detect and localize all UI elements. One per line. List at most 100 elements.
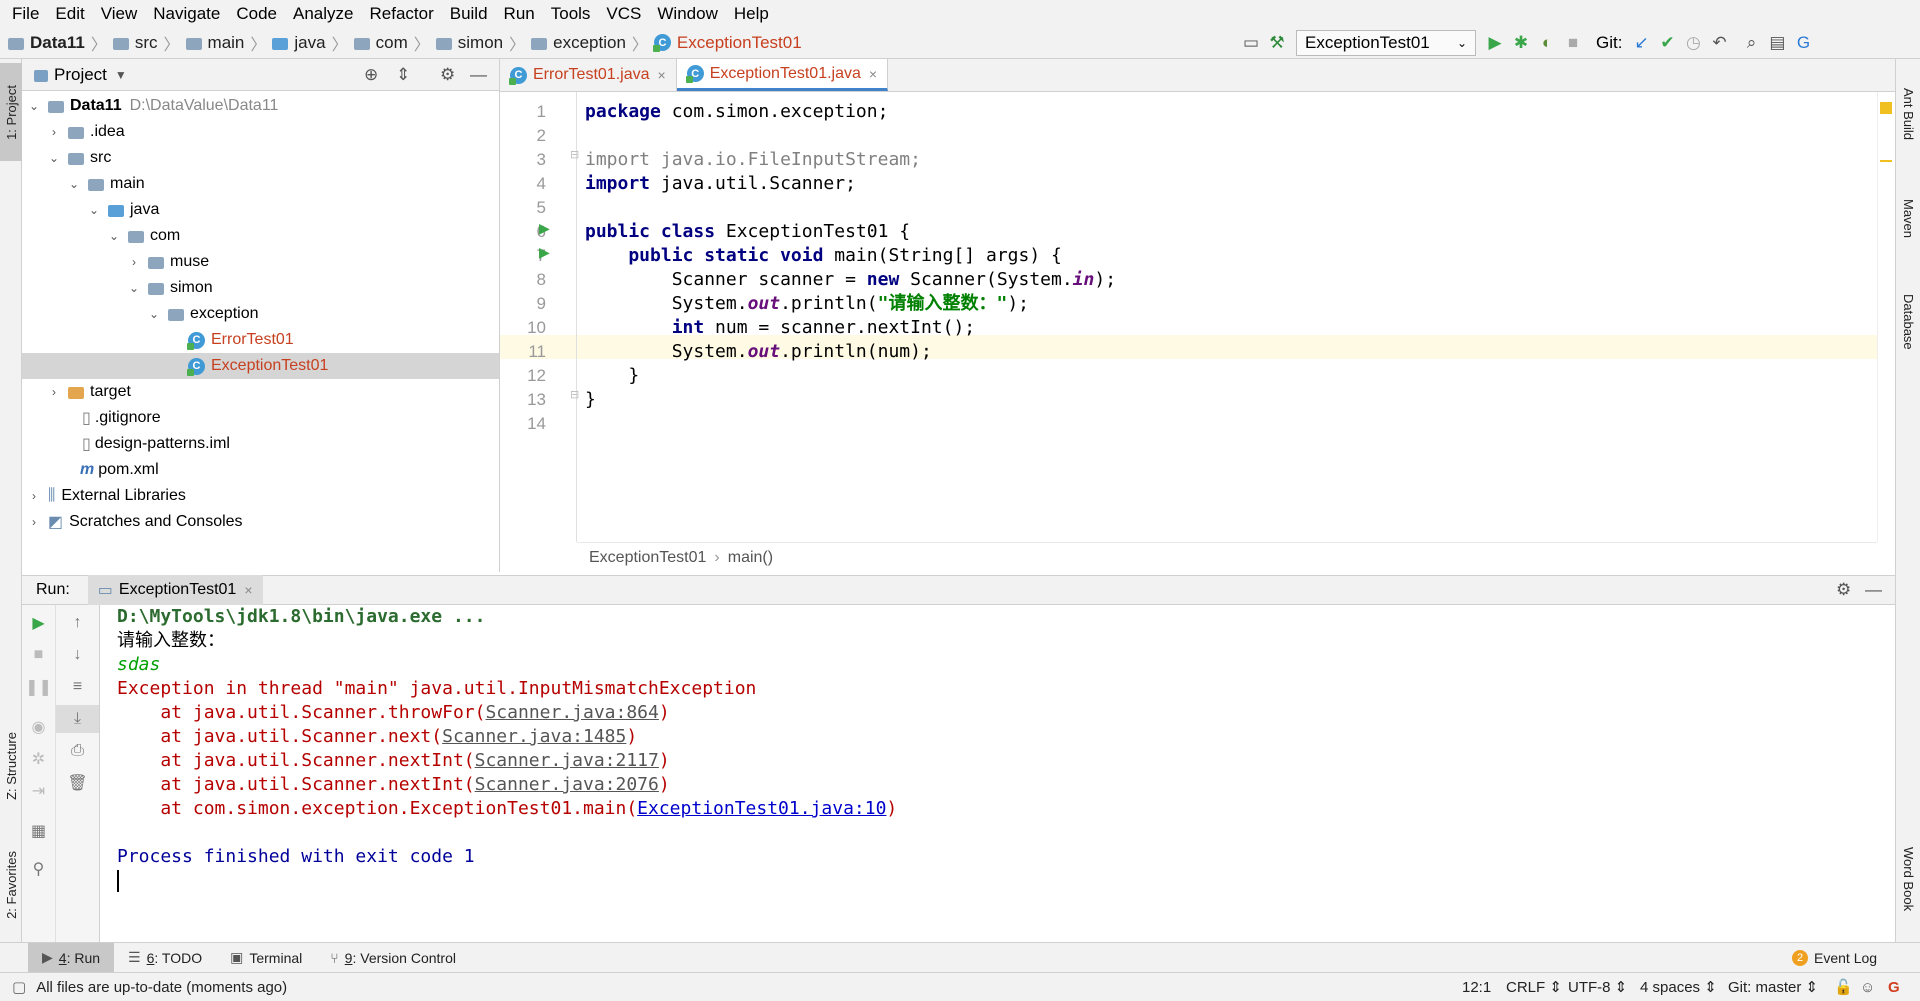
tool-tab-terminal[interactable]: ▣ Terminal — [216, 943, 316, 973]
menu-run[interactable]: Run — [496, 0, 543, 27]
close-icon[interactable]: × — [869, 66, 877, 82]
tool-tab-todo[interactable]: ☰ 6: TODO — [114, 943, 216, 973]
menu-edit[interactable]: Edit — [47, 0, 92, 27]
tree-item-target[interactable]: › target — [22, 379, 499, 405]
menu-refactor[interactable]: Refactor — [361, 0, 441, 27]
breadcrumb-exception[interactable]: exception — [553, 33, 626, 53]
run-gutter-icon[interactable]: ▶ — [539, 244, 550, 261]
code-editor[interactable]: package com.simon.exception; import java… — [577, 92, 1877, 542]
chevron-right-icon[interactable]: › — [26, 515, 42, 529]
run-gutter-icon[interactable]: ▶ — [539, 220, 550, 237]
tree-item-gitignore[interactable]: ▯ .gitignore — [22, 405, 499, 431]
tool-tab-word-book[interactable]: Word Book — [1896, 829, 1920, 929]
hide-icon[interactable]: — — [470, 65, 487, 85]
breadcrumb-java[interactable]: java — [294, 33, 325, 53]
git-rollback-icon[interactable]: ↶ — [1706, 30, 1732, 56]
search-everywhere-icon[interactable]: ⌕ — [1738, 30, 1764, 56]
breadcrumb-simon[interactable]: simon — [458, 33, 503, 53]
pin-icon[interactable]: ⚲ — [22, 855, 55, 883]
pause-icon[interactable]: ❚❚ — [22, 673, 55, 701]
chevron-down-icon[interactable]: ⌄ — [46, 151, 62, 165]
menu-window[interactable]: Window — [649, 0, 725, 27]
breadcrumb-main[interactable]: main — [208, 33, 245, 53]
build-hammer-icon[interactable]: ⚒ — [1264, 30, 1290, 56]
trash-icon[interactable]: 🗑 — [56, 769, 99, 797]
chevron-down-icon[interactable]: ⌄ — [86, 203, 102, 217]
rerun-icon[interactable]: ▶ — [22, 609, 55, 637]
soft-wrap-icon[interactable]: ≡ — [56, 673, 99, 701]
chevron-down-icon[interactable]: ▼ — [115, 68, 127, 82]
close-icon[interactable]: × — [658, 67, 666, 83]
tool-tab-run[interactable]: ▶ 4: Run — [28, 942, 115, 973]
git-history-icon[interactable]: ◷ — [1680, 30, 1706, 56]
breadcrumb-src[interactable]: src — [135, 33, 158, 53]
inspector-icon[interactable]: ☺ — [1860, 979, 1875, 996]
stack-trace-link[interactable]: ExceptionTest01.java:10 — [637, 798, 886, 819]
status-toggle-icon[interactable]: ▢ — [12, 978, 26, 996]
close-icon[interactable]: × — [244, 582, 252, 598]
tree-item-external-libraries[interactable]: › ⫼ External Libraries — [22, 483, 499, 509]
menu-analyze[interactable]: Analyze — [285, 0, 361, 27]
indent-setting[interactable]: 4 spaces ⇕ — [1640, 978, 1717, 996]
console-output[interactable]: D:\MyTools\jdk1.8\bin\java.exe ... 请输入整数… — [100, 605, 1895, 942]
chevron-down-icon[interactable]: ⌄ — [66, 177, 82, 191]
warning-stripe[interactable] — [1880, 160, 1892, 162]
tree-item-src[interactable]: ⌄ src — [22, 145, 499, 171]
tree-item-errortest01[interactable]: C ErrorTest01 — [22, 327, 499, 353]
chevron-right-icon[interactable]: › — [46, 125, 62, 139]
chevron-right-icon[interactable]: › — [126, 255, 142, 269]
menu-build[interactable]: Build — [442, 0, 496, 27]
stack-trace-link[interactable]: Scanner.java:1485 — [442, 726, 626, 747]
lock-icon[interactable]: 🔓 — [1834, 978, 1853, 996]
tool-tab-maven[interactable]: Maven — [1896, 179, 1920, 259]
coverage-icon[interactable]: ◐ — [1534, 30, 1560, 56]
tree-item-pom-xml[interactable]: m pom.xml — [22, 457, 499, 483]
hide-icon[interactable]: — — [1865, 580, 1882, 600]
stop-icon[interactable]: ■ — [1560, 30, 1586, 56]
tool-tab-favorites[interactable]: 2: Favorites — [0, 834, 22, 936]
file-encoding[interactable]: UTF-8 ⇕ — [1568, 978, 1627, 996]
run-configuration-select[interactable]: ExceptionTest01 ⌄ — [1296, 30, 1476, 56]
scroll-to-end-icon[interactable]: ⤓ — [56, 705, 99, 733]
git-branch[interactable]: Git: master ⇕ — [1728, 978, 1818, 996]
stop-icon[interactable]: ■ — [22, 641, 55, 669]
tool-tab-project[interactable]: 1: Project — [0, 63, 22, 161]
chevron-down-icon[interactable]: ⌄ — [26, 99, 42, 113]
project-view-select[interactable]: Project — [54, 65, 107, 85]
gear-icon[interactable]: ⚙ — [1836, 580, 1851, 600]
editor-scrollbar[interactable] — [1877, 92, 1895, 542]
chevron-down-icon[interactable]: ⌄ — [106, 229, 122, 243]
project-window-icon[interactable]: ▤ — [1764, 30, 1790, 56]
gear-icon[interactable]: ⚙ — [440, 65, 455, 85]
tree-item-muse[interactable]: › muse — [22, 249, 499, 275]
tree-item-scratches[interactable]: › ◩ Scratches and Consoles — [22, 509, 499, 535]
tab-exceptiontest01[interactable]: C ExceptionTest01.java × — [676, 59, 889, 91]
stack-trace-link[interactable]: Scanner.java:864 — [485, 702, 658, 723]
breadcrumb-exceptiontest01[interactable]: ExceptionTest01 — [677, 33, 802, 53]
menu-file[interactable]: File — [4, 0, 47, 27]
stack-trace-link[interactable]: Scanner.java:2117 — [475, 750, 659, 771]
run-icon[interactable]: ▶ — [1482, 30, 1508, 56]
editor-breadcrumb-class[interactable]: ExceptionTest01 — [589, 549, 706, 567]
tree-item-idea[interactable]: › .idea — [22, 119, 499, 145]
menu-view[interactable]: View — [93, 0, 146, 27]
breadcrumb-data11[interactable]: Data11 — [30, 33, 85, 53]
tool-tab-ant-build[interactable]: Ant Build — [1896, 69, 1920, 159]
collapse-all-icon[interactable]: ⇕ — [396, 65, 410, 85]
tree-item-java[interactable]: ⌄ java — [22, 197, 499, 223]
tree-item-exception[interactable]: ⌄ exception — [22, 301, 499, 327]
menu-navigate[interactable]: Navigate — [145, 0, 228, 27]
status-message[interactable]: All files are up-to-date (moments ago) — [36, 979, 287, 996]
tree-item-exceptiontest01[interactable]: C ExceptionTest01 — [22, 353, 499, 379]
menu-code[interactable]: Code — [228, 0, 285, 27]
tree-item-main[interactable]: ⌄ main — [22, 171, 499, 197]
editor-breadcrumb-method[interactable]: main() — [728, 549, 773, 567]
print-icon[interactable]: ⎙ — [56, 737, 99, 765]
tree-item-design-patterns-iml[interactable]: ▯ design-patterns.iml — [22, 431, 499, 457]
google-icon[interactable]: G — [1888, 979, 1900, 996]
down-arrow-icon[interactable]: ↓ — [56, 641, 99, 669]
tool-tab-event-log[interactable]: 2 Event Log — [1778, 943, 1891, 973]
dump-threads-icon[interactable]: ◉ — [22, 713, 55, 741]
tree-item-com[interactable]: ⌄ com — [22, 223, 499, 249]
tool-tab-version-control[interactable]: ⑂ 9: Version Control — [316, 943, 470, 973]
